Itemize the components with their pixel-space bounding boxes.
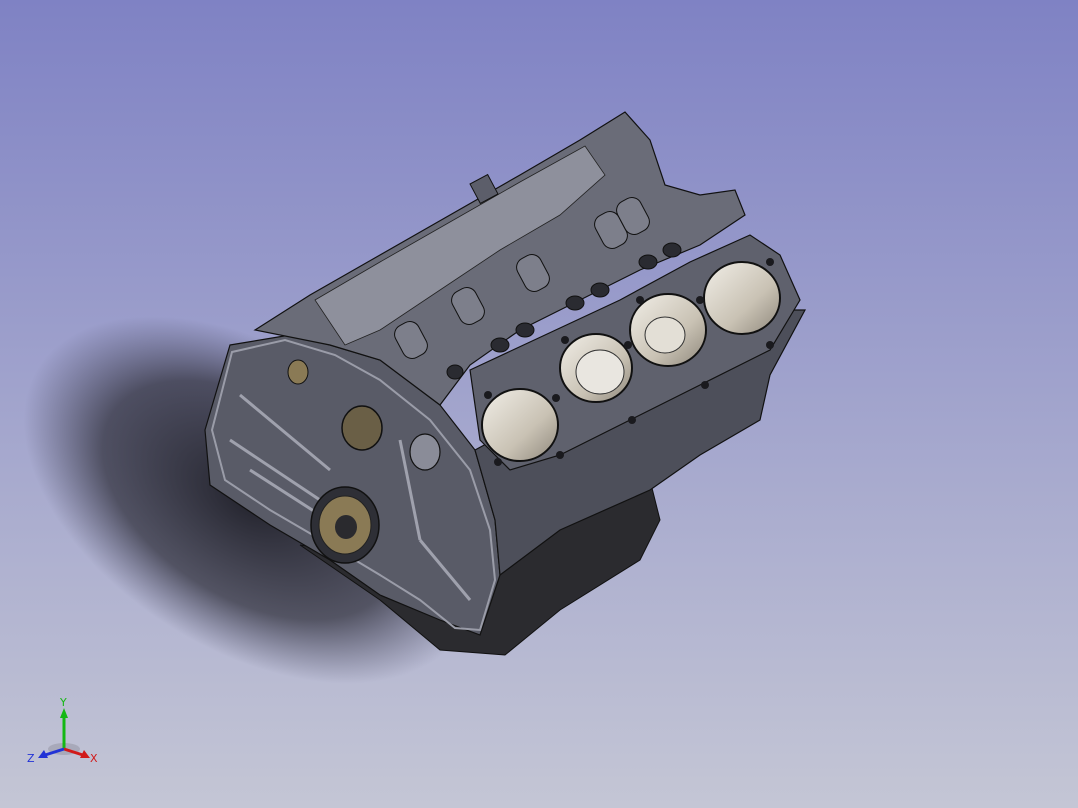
cylinder-bore-4 [703, 261, 781, 335]
triad-y-arrow [60, 708, 68, 718]
3d-viewport[interactable]: Y X Z [0, 0, 1078, 808]
triad-z-label: Z [27, 752, 35, 765]
crankshaft-hub [310, 486, 380, 564]
cam-bore [341, 405, 383, 451]
triad-y-label: Y [59, 696, 67, 709]
cylinder-bore-1 [481, 388, 559, 462]
orientation-triad[interactable]: Y X Z [22, 692, 106, 772]
rear-boss [409, 433, 441, 471]
engine-block-model[interactable] [0, 0, 1078, 808]
triad-x-label: X [90, 752, 98, 765]
